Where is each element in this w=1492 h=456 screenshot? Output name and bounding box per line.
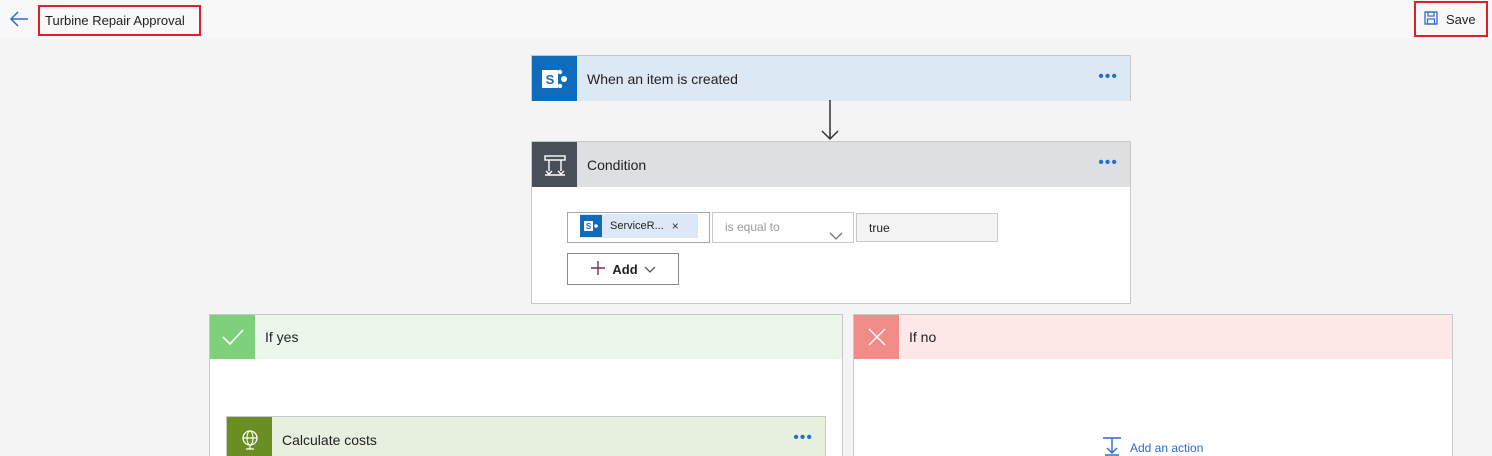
svg-text:S: S	[586, 222, 592, 231]
condition-icon	[532, 142, 577, 187]
add-an-action-button[interactable]: Add an action	[1102, 436, 1203, 456]
plus-icon	[590, 260, 606, 279]
sharepoint-icon: S	[532, 56, 577, 101]
action-menu-icon[interactable]: •••	[793, 430, 813, 446]
action-title: Calculate costs	[282, 431, 377, 448]
if-no-branch: If no	[853, 314, 1453, 456]
remove-token-icon[interactable]: ×	[672, 219, 679, 233]
top-bar: Turbine Repair Approval Save	[0, 0, 1492, 39]
add-action-icon	[1102, 436, 1122, 456]
operator-label: is equal to	[725, 220, 780, 234]
condition-title: Condition	[587, 156, 647, 173]
condition-left-operand[interactable]: S ServiceR... ×	[567, 212, 710, 243]
token-label: ServiceR...	[610, 220, 664, 232]
condition-menu-icon[interactable]: •••	[1098, 155, 1118, 171]
add-label: Add	[612, 261, 638, 277]
calculate-costs-card[interactable]: Calculate costs •••	[226, 416, 826, 456]
floppy-disk-icon	[1424, 10, 1438, 28]
trigger-card[interactable]: S When an item is created •••	[531, 55, 1131, 101]
check-icon	[210, 315, 255, 359]
globe-icon	[227, 417, 272, 456]
trigger-title: When an item is created	[587, 70, 738, 87]
chevron-down-icon	[644, 262, 656, 277]
save-label: Save	[1446, 11, 1476, 27]
sharepoint-icon: S	[580, 215, 602, 237]
condition-value-input[interactable]: true	[856, 213, 998, 242]
dynamic-content-token[interactable]: S ServiceR... ×	[580, 214, 698, 238]
if-no-title: If no	[909, 329, 937, 345]
add-condition-button[interactable]: Add	[567, 253, 679, 285]
chevron-down-icon	[829, 223, 843, 252]
if-yes-title: If yes	[265, 329, 299, 345]
save-button[interactable]: Save	[1414, 1, 1488, 37]
add-action-label: Add an action	[1130, 440, 1204, 455]
svg-text:S: S	[545, 72, 554, 87]
connector-arrow	[819, 100, 841, 142]
flow-title[interactable]: Turbine Repair Approval	[38, 5, 201, 36]
close-icon	[854, 315, 899, 359]
back-arrow-icon[interactable]	[8, 9, 30, 29]
operator-dropdown[interactable]: is equal to	[712, 212, 854, 243]
trigger-menu-icon[interactable]: •••	[1098, 69, 1118, 85]
